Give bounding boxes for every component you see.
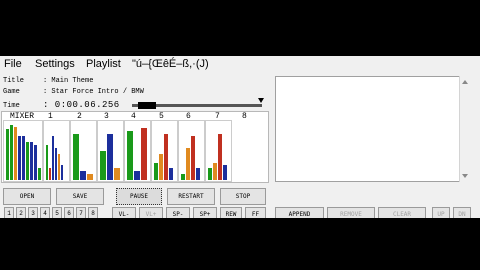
playlist-box[interactable]: [275, 76, 470, 182]
mixer-level-bar: [6, 129, 9, 180]
title-label: Title: [3, 77, 25, 85]
channel-toggle-1[interactable]: 1: [4, 207, 14, 218]
rewind-button[interactable]: REW: [220, 207, 242, 218]
mixer-level-bar: [191, 136, 195, 180]
mixer-level-bar: [100, 151, 106, 180]
mixer-channel-8: [205, 120, 232, 182]
mixer-level-bar: [213, 163, 217, 180]
client-area: Title : Main Theme Game : Star Force Intro…: [0, 74, 480, 218]
mixer-level-bar: [61, 165, 63, 180]
mixer-level-bar: [141, 128, 147, 180]
mixer-level-bar: [38, 168, 41, 180]
volume-up-button[interactable]: VL+: [139, 207, 163, 218]
speed-down-button[interactable]: SP-: [166, 207, 190, 218]
mixer-level-bar: [46, 145, 48, 180]
menu-file[interactable]: File: [4, 58, 22, 70]
seek-end-marker: [258, 98, 264, 103]
pause-button[interactable]: PAUSE: [116, 188, 162, 205]
mixer-ch-label-8: 8: [242, 112, 247, 121]
menu-extra[interactable]: "ú–{ŒêÉ–ß,·(J): [132, 58, 209, 70]
mixer-level-bar: [127, 131, 133, 180]
move-up-button[interactable]: UP: [432, 207, 450, 218]
title-value: : Main Theme: [43, 77, 94, 85]
channel-toggle-7[interactable]: 7: [76, 207, 86, 218]
mixer-level-bar: [196, 168, 200, 180]
game-row: Game : Star Force Intro / BMW: [3, 88, 144, 96]
mixer-panel: MIXER 1 2 3 4 5 6 7 8: [1, 111, 269, 183]
fast-forward-button[interactable]: FF: [245, 207, 266, 218]
mixer-channel-1: [3, 120, 43, 182]
mixer-channel-4: [97, 120, 124, 182]
mixer-channel-6: [151, 120, 178, 182]
mixer-level-bar: [159, 154, 163, 180]
mixer-channel-7: [178, 120, 205, 182]
time-row: Time : 0:00.06.256: [3, 100, 120, 110]
channel-toggle-8[interactable]: 8: [88, 207, 98, 218]
seek-bar[interactable]: [132, 102, 262, 109]
mixer-level-bar: [26, 142, 29, 180]
mixer-level-bar: [169, 168, 173, 180]
game-label: Game: [3, 88, 20, 96]
mixer-level-bar: [10, 125, 13, 180]
mixer-level-bar: [80, 171, 86, 180]
mixer-level-bar: [218, 134, 222, 180]
mixer-level-bar: [22, 136, 25, 180]
mixer-channel-2: [43, 120, 70, 182]
clear-button[interactable]: CLEAR: [378, 207, 426, 218]
mixer-level-bar: [223, 165, 227, 180]
mixer-level-bar: [154, 163, 158, 180]
mixer-level-bar: [186, 148, 190, 180]
menu-bar: File Settings Playlist "ú–{ŒêÉ–ß,·(J): [0, 56, 480, 74]
channel-toggle-3[interactable]: 3: [28, 207, 38, 218]
stop-button[interactable]: STOP: [220, 188, 266, 205]
open-button[interactable]: OPEN: [3, 188, 51, 205]
seek-thumb[interactable]: [138, 102, 156, 109]
save-button[interactable]: SAVE: [56, 188, 104, 205]
restart-button[interactable]: RESTART: [167, 188, 215, 205]
mixer-level-bar: [164, 134, 168, 180]
app-window: File Settings Playlist "ú–{ŒêÉ–ß,·(J) Ti…: [0, 56, 480, 218]
volume-down-button[interactable]: VL-: [112, 207, 136, 218]
channel-toggle-5[interactable]: 5: [52, 207, 62, 218]
mixer-channel-5: [124, 120, 151, 182]
mixer-level-bar: [134, 171, 140, 180]
channel-toggle-4[interactable]: 4: [40, 207, 50, 218]
mixer-level-bar: [30, 142, 33, 180]
mixer-level-bar: [52, 136, 54, 180]
mixer-level-bar: [18, 136, 21, 180]
mixer-level-bar: [114, 168, 120, 180]
mixer-level-bar: [14, 127, 17, 180]
mixer-level-bar: [73, 134, 79, 180]
time-value: : 0:00.06.256: [43, 100, 120, 110]
mixer-level-bar: [55, 148, 57, 180]
mixer-level-bar: [49, 168, 51, 180]
remove-button[interactable]: REMOVE: [327, 207, 375, 218]
title-row: Title : Main Theme: [3, 77, 93, 85]
speed-up-button[interactable]: SP+: [193, 207, 217, 218]
mixer-level-bar: [107, 134, 113, 180]
playlist-scrollbar[interactable]: [459, 76, 470, 182]
move-down-button[interactable]: DN: [453, 207, 471, 218]
append-button[interactable]: APPEND: [275, 207, 324, 218]
mixer-level-bar: [208, 168, 212, 180]
channel-toggle-6[interactable]: 6: [64, 207, 74, 218]
mixer-level-bar: [58, 154, 60, 180]
menu-playlist[interactable]: Playlist: [86, 58, 121, 70]
channel-toggle-2[interactable]: 2: [16, 207, 26, 218]
time-label: Time: [3, 102, 20, 110]
game-value: : Star Force Intro / BMW: [43, 88, 144, 96]
mixer-channel-3: [70, 120, 97, 182]
scroll-up-icon[interactable]: [462, 80, 468, 84]
scroll-down-icon[interactable]: [462, 174, 468, 178]
mixer-level-bar: [181, 174, 185, 180]
mixer-level-bar: [87, 174, 93, 180]
menu-settings[interactable]: Settings: [35, 58, 75, 70]
mixer-level-bar: [34, 145, 37, 180]
